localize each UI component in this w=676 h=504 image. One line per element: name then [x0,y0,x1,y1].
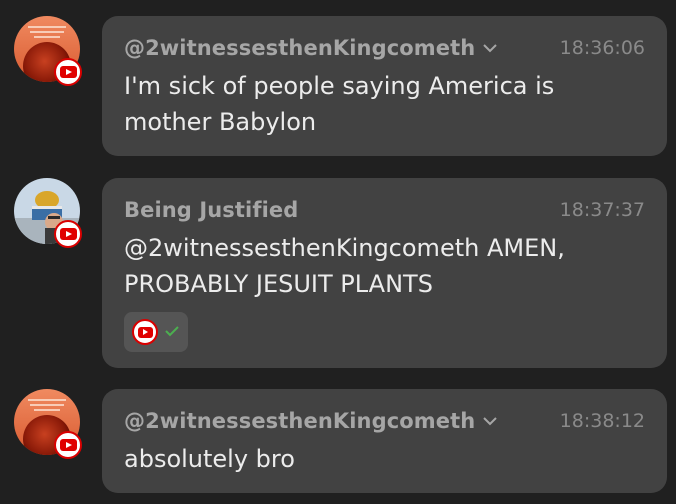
youtube-icon [132,319,158,345]
timestamp: 18:37:37 [559,199,645,221]
message-text: I'm sick of people saying America is mot… [124,72,555,136]
message-bubble: @2witnessesthenKingcometh 18:38:12 absol… [102,389,667,493]
chevron-down-icon[interactable] [481,39,499,57]
message-text: @2witnessesthenKingcometh AMEN, PROBABLY… [124,234,565,298]
avatar[interactable] [14,178,82,248]
timestamp: 18:36:06 [559,37,645,59]
message-bubble: @2witnessesthenKingcometh 18:36:06 I'm s… [102,16,667,156]
author-name[interactable]: @2witnessesthenKingcometh [124,409,475,433]
youtube-icon [54,58,82,86]
avatar[interactable] [14,16,82,86]
youtube-icon [54,220,82,248]
message-header: @2witnessesthenKingcometh 18:36:06 [124,34,645,62]
message-text: absolutely bro [124,445,295,473]
chat-feed: @2witnessesthenKingcometh 18:36:06 I'm s… [0,0,676,504]
author-name[interactable]: @2witnessesthenKingcometh [124,36,475,60]
chevron-down-icon[interactable] [481,412,499,430]
author-name[interactable]: Being Justified [124,198,298,222]
check-icon [164,323,180,342]
message-bubble: Being Justified 18:37:37 @2witnessesthen… [102,178,667,368]
youtube-icon [54,431,82,459]
reaction-badge[interactable] [124,312,188,352]
message-header: @2witnessesthenKingcometh 18:38:12 [124,407,645,435]
avatar[interactable] [14,389,82,459]
timestamp: 18:38:12 [559,410,645,432]
message-header: Being Justified 18:37:37 [124,196,645,224]
